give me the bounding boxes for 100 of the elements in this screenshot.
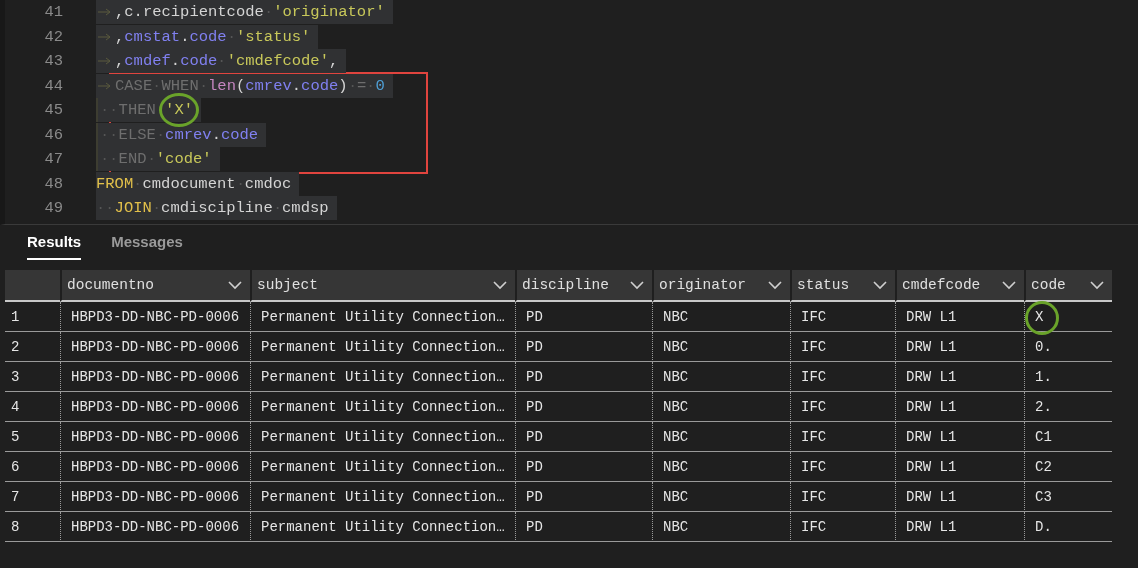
column-header[interactable]: cmdefcode: [895, 270, 1024, 302]
row-number: 6: [5, 452, 60, 482]
code-token: code: [220, 125, 259, 144]
table-cell: PD: [515, 302, 652, 332]
chevron-down-icon[interactable]: [1090, 280, 1104, 290]
results-tab[interactable]: Results: [27, 233, 82, 260]
table-cell: D.: [1024, 512, 1112, 542]
column-header[interactable]: documentno: [60, 270, 250, 302]
table-cell: IFC: [790, 332, 895, 362]
table-cell: IFC: [790, 422, 895, 452]
row-number: 3: [5, 362, 60, 392]
table-cell: 1.: [1024, 362, 1112, 392]
code-token: cmrev: [245, 76, 292, 95]
code-token: ): [338, 76, 348, 95]
row-number: 8: [5, 512, 60, 542]
column-header[interactable]: status: [790, 270, 895, 302]
code-token: 0: [375, 76, 385, 95]
code-token: cmdiscipline: [161, 199, 273, 218]
table-cell: IFC: [790, 512, 895, 542]
code-token: 'code': [155, 150, 212, 169]
code-token: code: [180, 52, 218, 71]
row-number: 7: [5, 482, 60, 512]
line-number: 41: [43, 3, 64, 22]
code-token: .: [170, 52, 181, 71]
table-cell: Permanent Utility Connection…: [250, 392, 515, 422]
code-token: cmrev: [165, 125, 212, 144]
header-corner: [5, 270, 60, 302]
table-cell: NBC: [652, 422, 790, 452]
code-token: THEN: [118, 101, 156, 120]
code-token: WHEN: [161, 76, 199, 95]
table-cell: HBPD3-DD-NBC-PD-0006: [60, 392, 250, 422]
table-cell: NBC: [652, 302, 790, 332]
table-cell: DRW L1: [895, 422, 1024, 452]
table-cell: Permanent Utility Connection…: [250, 452, 515, 482]
table-cell: PD: [515, 512, 652, 542]
code-token: FROM: [96, 174, 134, 193]
table-cell: DRW L1: [895, 332, 1024, 362]
code-token: ,: [115, 52, 125, 71]
row-number: 4: [5, 392, 60, 422]
circle-annotation: [1025, 300, 1059, 335]
table-cell: PD: [515, 392, 652, 422]
table-cell: Permanent Utility Connection…: [250, 512, 515, 542]
code-token: ,c.recipientcode: [115, 3, 264, 22]
chevron-down-icon[interactable]: [1002, 280, 1016, 290]
table-cell: PD: [515, 332, 652, 362]
table-cell: HBPD3-DD-NBC-PD-0006: [60, 302, 250, 332]
table-cell: DRW L1: [895, 512, 1024, 542]
column-header[interactable]: code: [1024, 270, 1112, 302]
table-cell: DRW L1: [895, 392, 1024, 422]
table-cell: HBPD3-DD-NBC-PD-0006: [60, 512, 250, 542]
table-cell: 2.: [1024, 392, 1112, 422]
code-token: .: [211, 125, 221, 144]
column-header[interactable]: originator: [652, 270, 790, 302]
code-token: cmdocument: [142, 174, 236, 193]
line-number: 49: [43, 199, 64, 218]
line-number: 43: [43, 52, 64, 71]
table-cell: X: [1024, 302, 1112, 332]
code-token: (: [235, 76, 246, 95]
line-number: 48: [43, 174, 64, 193]
code-token: =: [356, 76, 367, 95]
code-token: 'status': [235, 27, 311, 46]
table-cell: IFC: [790, 362, 895, 392]
table-cell: Permanent Utility Connection…: [250, 422, 515, 452]
table-cell: IFC: [790, 452, 895, 482]
table-cell: HBPD3-DD-NBC-PD-0006: [60, 422, 250, 452]
table-cell: DRW L1: [895, 482, 1024, 512]
table-cell: NBC: [652, 362, 790, 392]
table-cell: Permanent Utility Connection…: [250, 482, 515, 512]
table-cell: IFC: [790, 302, 895, 332]
code-token: 'cmdefcode': [226, 52, 329, 71]
table-cell: C2: [1024, 452, 1112, 482]
code-token: ,: [115, 27, 125, 46]
table-cell: PD: [515, 482, 652, 512]
chevron-down-icon[interactable]: [228, 280, 242, 290]
table-cell: DRW L1: [895, 452, 1024, 482]
chevron-down-icon[interactable]: [768, 280, 782, 290]
chevron-down-icon[interactable]: [630, 280, 644, 290]
chevron-down-icon[interactable]: [873, 280, 887, 290]
row-number: 2: [5, 332, 60, 362]
line-number: 45: [43, 101, 64, 120]
column-header[interactable]: discipline: [515, 270, 652, 302]
table-cell: NBC: [652, 482, 790, 512]
code-token: len: [208, 76, 236, 95]
table-cell: DRW L1: [895, 362, 1024, 392]
table-cell: 0.: [1024, 332, 1112, 362]
code-token: JOIN: [114, 199, 152, 218]
code-token: .: [180, 27, 190, 46]
table-cell: DRW L1: [895, 302, 1024, 332]
chevron-down-icon[interactable]: [493, 280, 507, 290]
table-cell: HBPD3-DD-NBC-PD-0006: [60, 482, 250, 512]
code-token: code: [301, 76, 339, 95]
line-number: 44: [43, 76, 64, 95]
table-cell: NBC: [652, 512, 790, 542]
table-cell: HBPD3-DD-NBC-PD-0006: [60, 362, 250, 392]
table-cell: NBC: [652, 332, 790, 362]
table-cell: PD: [515, 362, 652, 392]
line-number: 42: [43, 27, 64, 46]
column-header[interactable]: subject: [250, 270, 515, 302]
table-cell: IFC: [790, 392, 895, 422]
results-tab[interactable]: Messages: [111, 233, 183, 260]
